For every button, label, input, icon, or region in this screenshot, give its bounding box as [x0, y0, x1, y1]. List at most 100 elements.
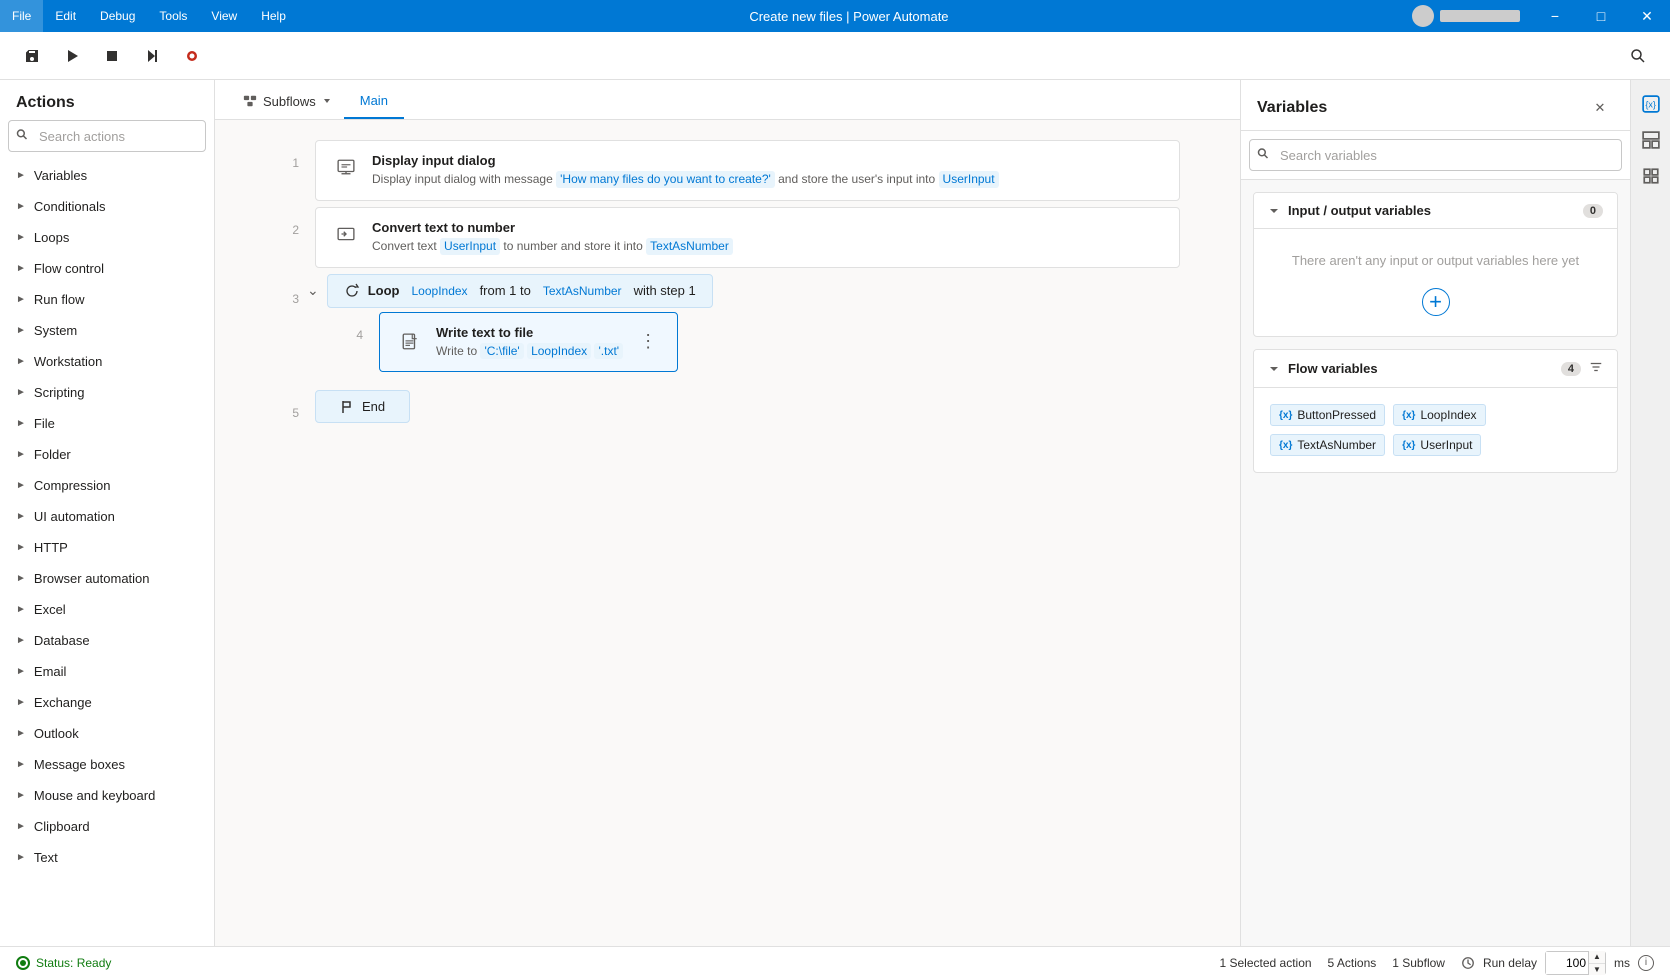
- action-item-ui-automation[interactable]: ► UI automation: [0, 501, 214, 532]
- chevron-right-icon: ►: [16, 294, 26, 305]
- action-item-conditionals[interactable]: ► Conditionals: [0, 191, 214, 222]
- var-chip-user-input[interactable]: {x} UserInput: [1393, 434, 1481, 456]
- step-card-4[interactable]: Write text to file Write to 'C:\file' Lo…: [379, 312, 678, 373]
- convert-icon: [332, 220, 360, 248]
- step-number-3: 3: [275, 276, 299, 306]
- action-item-message-boxes[interactable]: ► Message boxes: [0, 749, 214, 780]
- step-number-1: 1: [275, 140, 299, 170]
- run-delay-info-icon[interactable]: i: [1638, 955, 1654, 971]
- chevron-down-icon-flow: [1268, 363, 1280, 375]
- end-card[interactable]: End: [315, 390, 410, 423]
- action-item-http[interactable]: ► HTTP: [0, 532, 214, 563]
- action-item-database[interactable]: ► Database: [0, 625, 214, 656]
- run-delay-spinners: ▲ ▼: [1588, 951, 1605, 975]
- action-item-system[interactable]: ► System: [0, 315, 214, 346]
- action-item-workstation[interactable]: ► Workstation: [0, 346, 214, 377]
- variables-search-icon: [1257, 148, 1269, 163]
- record-button[interactable]: [176, 40, 208, 72]
- variables-close-button[interactable]: ✕: [1586, 94, 1614, 122]
- run-delay-input[interactable]: 100: [1546, 952, 1588, 974]
- svg-text:{x}: {x}: [1645, 99, 1656, 109]
- stop-button[interactable]: [96, 40, 128, 72]
- write-file-icon: [396, 328, 424, 356]
- run-delay-down-button[interactable]: ▼: [1589, 963, 1605, 975]
- action-item-loops[interactable]: ► Loops: [0, 222, 214, 253]
- action-item-browser-automation[interactable]: ► Browser automation: [0, 563, 214, 594]
- action-item-exchange[interactable]: ► Exchange: [0, 687, 214, 718]
- run-delay-up-button[interactable]: ▲: [1589, 951, 1605, 963]
- input-output-body: There aren't any input or output variabl…: [1254, 229, 1617, 336]
- step-1-desc: Display input dialog with message 'How m…: [372, 171, 1163, 188]
- action-item-label: Database: [34, 633, 90, 648]
- menu-tools[interactable]: Tools: [147, 0, 199, 32]
- next-step-button[interactable]: [136, 40, 168, 72]
- menu-debug[interactable]: Debug: [88, 0, 147, 32]
- action-item-run-flow[interactable]: ► Run flow: [0, 284, 214, 315]
- step-4-content: Write text to file Write to 'C:\file' Lo…: [436, 325, 623, 360]
- action-item-flow-control[interactable]: ► Flow control: [0, 253, 214, 284]
- action-item-label: Run flow: [34, 292, 85, 307]
- maximize-button[interactable]: □: [1578, 0, 1624, 32]
- var-chip-label: LoopIndex: [1420, 408, 1476, 422]
- action-item-clipboard[interactable]: ► Clipboard: [0, 811, 214, 842]
- flow-variables-section-header[interactable]: Flow variables 4: [1254, 350, 1617, 388]
- actions-header: Actions: [0, 80, 214, 120]
- action-item-text[interactable]: ► Text: [0, 842, 214, 873]
- variables-search-input[interactable]: [1249, 139, 1622, 171]
- actions-count: 5 Actions: [1328, 956, 1377, 970]
- menu-view[interactable]: View: [199, 0, 249, 32]
- input-output-section-header[interactable]: Input / output variables 0: [1254, 193, 1617, 229]
- step-2-desc: Convert text UserInput to number and sto…: [372, 238, 1163, 255]
- menu-file[interactable]: File: [0, 0, 43, 32]
- action-item-scripting[interactable]: ► Scripting: [0, 377, 214, 408]
- var-chip-text-as-number[interactable]: {x} TextAsNumber: [1270, 434, 1385, 456]
- action-item-mouse-keyboard[interactable]: ► Mouse and keyboard: [0, 780, 214, 811]
- variables-body: Input / output variables 0 There aren't …: [1241, 180, 1630, 946]
- step-card-2[interactable]: Convert text to number Convert text User…: [315, 207, 1180, 268]
- loop-header[interactable]: Loop LoopIndex from 1 to TextAsNumber wi…: [327, 274, 713, 308]
- actions-search-input[interactable]: [8, 120, 206, 152]
- action-item-label: UI automation: [34, 509, 115, 524]
- action-item-variables[interactable]: ► Variables: [0, 160, 214, 191]
- action-item-outlook[interactable]: ► Outlook: [0, 718, 214, 749]
- step-more-button[interactable]: ⋮: [635, 331, 661, 352]
- close-button[interactable]: ✕: [1624, 0, 1670, 32]
- chevron-right-icon: ►: [16, 790, 26, 801]
- actions-list: ► Variables ► Conditionals ► Loops ► Flo…: [0, 160, 214, 946]
- run-button[interactable]: [56, 40, 88, 72]
- loop-collapse-button[interactable]: ⌄: [307, 282, 319, 299]
- tab-main[interactable]: Main: [344, 83, 404, 119]
- user-avatar: [1412, 5, 1434, 27]
- chevron-right-icon: ►: [16, 232, 26, 243]
- action-item-email[interactable]: ► Email: [0, 656, 214, 687]
- side-icon-other[interactable]: [1635, 160, 1667, 192]
- end-label: End: [362, 399, 385, 414]
- selected-actions-count: 1 Selected action: [1219, 956, 1311, 970]
- subflows-button[interactable]: Subflows: [231, 83, 344, 119]
- var-chip-button-pressed[interactable]: {x} ButtonPressed: [1270, 404, 1385, 426]
- var-icon: {x}: [1402, 440, 1415, 451]
- search-button[interactable]: [1622, 40, 1654, 72]
- chevron-right-icon: ►: [16, 604, 26, 615]
- action-item-folder[interactable]: ► Folder: [0, 439, 214, 470]
- chevron-right-icon: ►: [16, 666, 26, 677]
- titlebar: File Edit Debug Tools View Help Create n…: [0, 0, 1670, 32]
- step-4-title: Write text to file: [436, 325, 623, 340]
- action-item-label: Flow control: [34, 261, 104, 276]
- side-icon-assets[interactable]: [1635, 124, 1667, 156]
- step-card-1[interactable]: Display input dialog Display input dialo…: [315, 140, 1180, 201]
- action-item-excel[interactable]: ► Excel: [0, 594, 214, 625]
- chevron-down-icon: [1268, 205, 1280, 217]
- action-item-file[interactable]: ► File: [0, 408, 214, 439]
- save-button[interactable]: [16, 40, 48, 72]
- var-chip-loop-index[interactable]: {x} LoopIndex: [1393, 404, 1485, 426]
- filter-icon[interactable]: [1589, 360, 1603, 377]
- side-icon-variables[interactable]: {x}: [1635, 88, 1667, 120]
- minimize-button[interactable]: −: [1532, 0, 1578, 32]
- menu-help[interactable]: Help: [249, 0, 298, 32]
- add-variable-button[interactable]: +: [1422, 288, 1450, 316]
- display-dialog-icon: [332, 153, 360, 181]
- menu-edit[interactable]: Edit: [43, 0, 88, 32]
- user-profile[interactable]: [1400, 5, 1532, 27]
- action-item-compression[interactable]: ► Compression: [0, 470, 214, 501]
